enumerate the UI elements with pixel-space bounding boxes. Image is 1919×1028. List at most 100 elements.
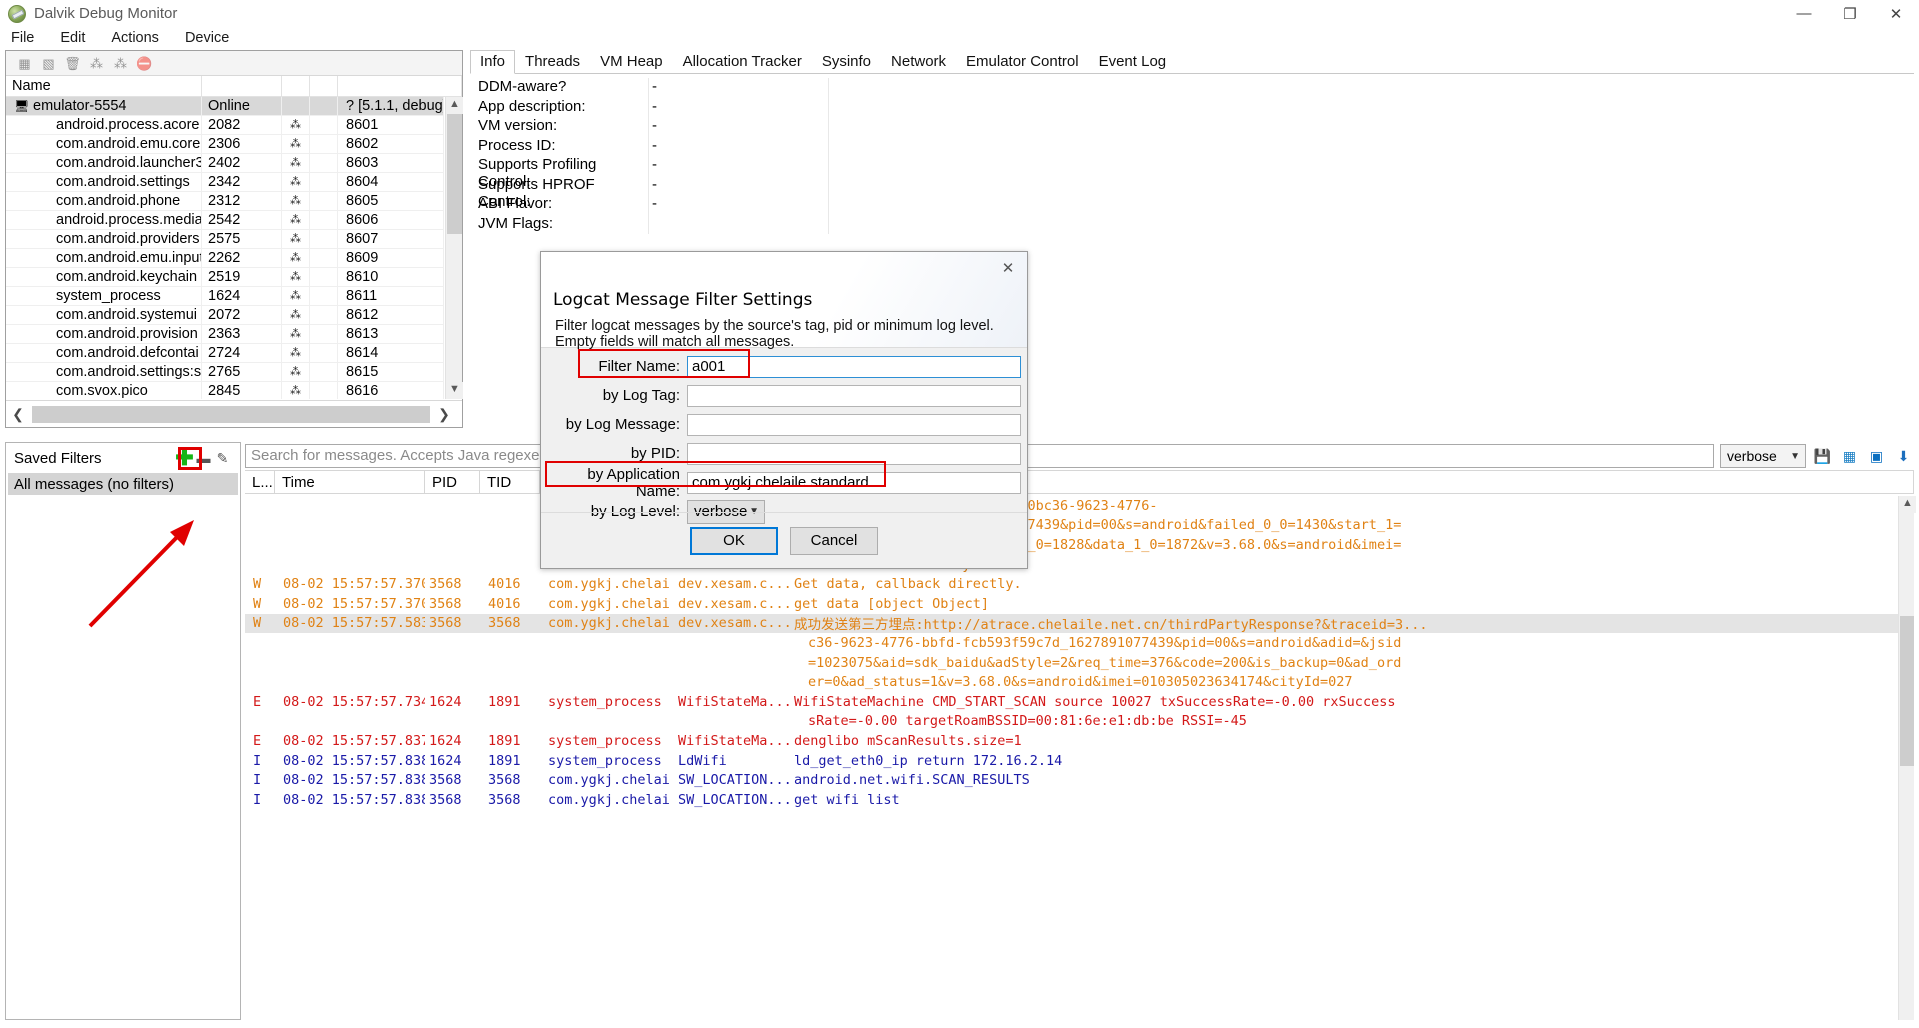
table-row[interactable]: com.android.provision 2363 ⁂ 8613	[6, 325, 444, 344]
device-port: 8602	[338, 135, 444, 153]
logcat-row[interactable]: sRate=-0.00 targetRoamBSSID=00:81:6e:e1:…	[245, 712, 1898, 732]
table-row[interactable]: 🖥 emulator-5554 Online ? [5.1.1, debug]	[6, 97, 444, 116]
logcat-row[interactable]: bbfd-fcb593f59c7d_1627891077439&pid=00&s…	[245, 516, 1898, 536]
input-filter-name[interactable]: a001	[687, 355, 1021, 378]
logcat-row[interactable]: W 08-02 15:57:57.370 3568 4016 com.ygkj.chel…	[245, 594, 1898, 614]
scroll-down-icon[interactable]: ▼	[446, 382, 463, 399]
info-key: Process ID:	[478, 136, 556, 154]
logcat-column-time[interactable]: Time	[275, 471, 425, 493]
thread-icon[interactable]: ⁂	[88, 55, 105, 72]
download-icon[interactable]: ⬇	[1893, 445, 1914, 467]
log-level-select[interactable]: verbose ▼	[1720, 444, 1806, 468]
device-pid: 2306	[202, 135, 282, 153]
device-horizontal-scrollbar[interactable]: ❮ ❯	[6, 400, 462, 427]
device-vertical-scrollbar[interactable]: ▲ ▼	[445, 97, 463, 399]
table-row[interactable]: com.android.emu.input 2262 ⁂ 8609	[6, 249, 444, 268]
logcat-row[interactable]: W 08-02 15:57:57.370 3568 4016 com.ygkj.chel…	[245, 574, 1898, 594]
logcat-tid: 3568	[488, 791, 521, 808]
tab-vm-heap[interactable]: VM Heap	[590, 50, 673, 73]
menu-file[interactable]: File	[8, 29, 37, 47]
display-icon[interactable]: ▦	[1839, 445, 1860, 467]
scroll-left-icon[interactable]: ❮	[6, 406, 30, 423]
close-icon[interactable]: ✕	[999, 260, 1017, 278]
tab-emulator-control[interactable]: Emulator Control	[956, 50, 1089, 73]
logcat-row[interactable]: 67&load_0_0=969&traceid=3820bc36-9623-47…	[245, 496, 1898, 516]
logcat-column-l[interactable]: L...	[245, 471, 275, 493]
column-port[interactable]	[338, 76, 462, 96]
table-row[interactable]: com.android.launcher3 2402 ⁂ 8603	[6, 154, 444, 173]
maximize-button[interactable]: ❐	[1827, 0, 1873, 27]
column-flag[interactable]	[310, 76, 338, 96]
logcat-row[interactable]: =1023075&aid=sdk_baidu&adStyle=2&req_tim…	[245, 653, 1898, 673]
info-value: -	[648, 97, 828, 117]
tab-network[interactable]: Network	[881, 50, 956, 73]
scroll-up-icon[interactable]: ▲	[1899, 496, 1916, 513]
column-pid[interactable]	[202, 76, 282, 96]
ok-button[interactable]: OK	[690, 526, 778, 555]
table-row[interactable]: android.process.media 2542 ⁂ 8606	[6, 211, 444, 230]
menu-actions[interactable]: Actions	[108, 29, 162, 47]
table-row[interactable]: com.android.keychain 2519 ⁂ 8610	[6, 268, 444, 287]
logcat-row[interactable]: I 08-02 15:57:57.838 1624 1891 system_proces…	[245, 751, 1898, 771]
scroll-right-icon[interactable]: ❯	[432, 406, 456, 423]
logcat-row[interactable]: c36-9623-4776-bbfd-fcb593f59c7d_16278910…	[245, 633, 1898, 653]
table-row[interactable]: com.android.systemui 2072 ⁂ 8612	[6, 306, 444, 325]
table-row[interactable]: com.svox.pico 2845 ⁂ 8616	[6, 382, 444, 399]
table-row[interactable]: com.android.settings 2342 ⁂ 8604	[6, 173, 444, 192]
logcat-row[interactable]: 1449&load_1_0=1451&loaded_1_0=1828&data_…	[245, 535, 1898, 555]
save-icon[interactable]: 💾	[1812, 445, 1833, 467]
h-scroll-thumb[interactable]	[32, 405, 430, 423]
logcat-row[interactable]: I 08-02 15:57:57.838 3568 3568 com.ygkj.chel…	[245, 770, 1898, 790]
menu-device[interactable]: Device	[182, 29, 232, 47]
debug-icon: ⁂	[282, 306, 310, 324]
edit-icon[interactable]: ✎	[213, 449, 232, 468]
input-by-log-message[interactable]	[687, 413, 1021, 436]
logcat-column-pid[interactable]: PID	[425, 471, 480, 493]
table-row[interactable]: android.process.acore 2082 ⁂ 8601	[6, 116, 444, 135]
scroll-thumb[interactable]	[1900, 616, 1914, 766]
debug-attach-icon[interactable]: ▧	[40, 55, 57, 72]
cancel-button[interactable]: Cancel	[790, 526, 878, 555]
tab-info[interactable]: Info	[470, 50, 516, 74]
tab-allocation-tracker[interactable]: Allocation Tracker	[673, 50, 812, 73]
logcat-vertical-scrollbar[interactable]: ▲	[1898, 496, 1916, 1020]
column-debug[interactable]	[282, 76, 310, 96]
logcat-tid: 4016	[488, 576, 521, 593]
table-row[interactable]: com.android.emu.core 2306 ⁂ 8602	[6, 135, 444, 154]
table-row[interactable]: com.android.defcontai 2724 ⁂ 8614	[6, 344, 444, 363]
device-list[interactable]: 🖥 emulator-5554 Online? [5.1.1, debug] andr…	[6, 97, 444, 399]
heap-icon[interactable]: ⁂	[112, 55, 129, 72]
logcat-row[interactable]: 010305023634174&cityId=027	[245, 555, 1898, 575]
layout-icon[interactable]: ▣	[1866, 445, 1887, 467]
logcat-row[interactable]: E 08-02 15:57:57.837 1624 1891 system_proces…	[245, 731, 1898, 751]
tab-event-log[interactable]: Event Log	[1089, 50, 1177, 73]
input-by-pid[interactable]	[687, 442, 1021, 465]
tab-threads[interactable]: Threads	[515, 50, 590, 73]
input-by-log-tag[interactable]	[687, 384, 1021, 407]
table-row[interactable]: com.android.phone 2312 ⁂ 8605	[6, 192, 444, 211]
debug-icon: ⁂	[282, 230, 310, 248]
column-name[interactable]: Name	[6, 76, 202, 96]
logcat-pid: 1624	[429, 752, 462, 769]
logcat-row[interactable]: W 08-02 15:57:57.583 3568 3568 com.ygkj.chel…	[245, 613, 1898, 633]
stop-icon[interactable]: ⛔	[136, 55, 153, 72]
close-button[interactable]: ✕	[1873, 0, 1919, 27]
logcat-column-tid[interactable]: TID	[480, 471, 540, 493]
logcat-row[interactable]: E 08-02 15:57:57.734 1624 1891 system_proces…	[245, 692, 1898, 712]
trash-icon[interactable]: 🗑	[64, 55, 81, 72]
scroll-up-icon[interactable]: ▲	[446, 97, 463, 114]
debug-icon[interactable]: ▦	[16, 55, 33, 72]
logcat-message-list[interactable]: 67&load_0_0=969&traceid=3820bc36-9623-47…	[245, 496, 1898, 1020]
table-row[interactable]: system_process 1624 ⁂ 8611	[6, 287, 444, 306]
tab-sysinfo[interactable]: Sysinfo	[812, 50, 881, 73]
table-row[interactable]: com.android.providers 2575 ⁂ 8607	[6, 230, 444, 249]
scroll-thumb[interactable]	[447, 114, 462, 234]
logcat-row[interactable]: er=0&ad_status=1&v=3.68.0&s=android&imei…	[245, 672, 1898, 692]
table-row[interactable]: com.android.settings:s 2765 ⁂ 8615	[6, 363, 444, 382]
input-by-application-name[interactable]: com.ygkj.chelaile.standard	[687, 471, 1021, 494]
menu-edit[interactable]: Edit	[57, 29, 88, 47]
list-item[interactable]: All messages (no filters)	[8, 473, 238, 495]
logcat-row[interactable]: I 08-02 15:57:57.838 3568 3568 com.ygkj.chel…	[245, 790, 1898, 810]
device-port: 8604	[338, 173, 444, 191]
minimize-button[interactable]: —	[1781, 0, 1827, 27]
